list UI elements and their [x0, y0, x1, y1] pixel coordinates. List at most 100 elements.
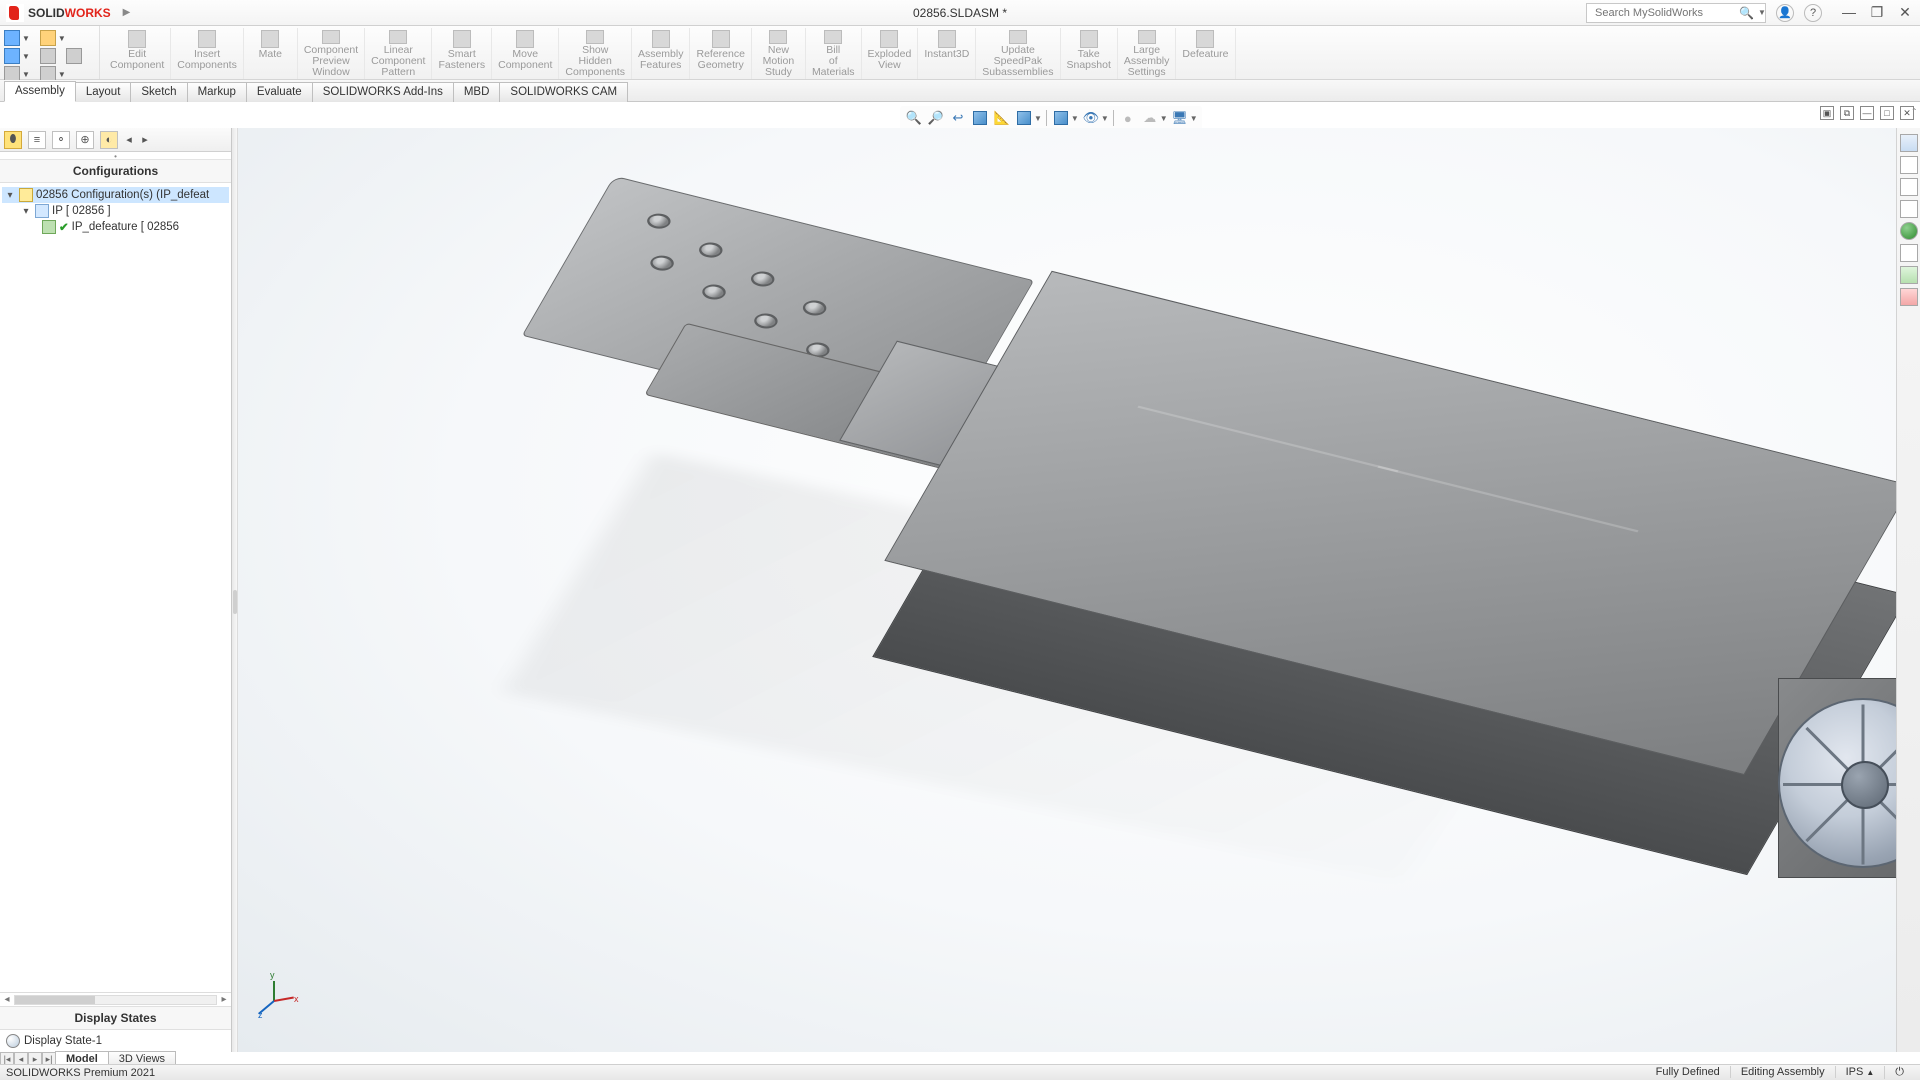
dimxpert-tab[interactable]: ⊕ [76, 131, 94, 149]
orientation-triad[interactable]: y x z [256, 976, 298, 1018]
ribbon-reference-geometry[interactable]: ReferenceGeometry [690, 28, 751, 79]
ribbon-smart-fasteners[interactable]: SmartFasteners [432, 28, 492, 79]
ribbon-bill-of-materials[interactable]: BillofMaterials [806, 28, 862, 79]
ribbon-instant3d[interactable]: Instant3D [918, 28, 976, 79]
view-settings-dropdown-icon[interactable]: ▼ [1190, 114, 1198, 123]
hide-show-button[interactable]: 👁 [1081, 108, 1101, 128]
tree-child[interactable]: ▾ IP [ 02856 ] [2, 203, 229, 219]
minimize-button[interactable]: — [1840, 4, 1858, 21]
orientation-dropdown-icon[interactable]: ▼ [1034, 114, 1042, 123]
new-document-button[interactable]: ▼ [40, 30, 66, 46]
ribbon-edit-component[interactable]: EditComponent [104, 28, 171, 79]
zoom-fit-button[interactable]: 🔍 [904, 108, 924, 128]
undo-button[interactable]: ▼ [4, 48, 30, 64]
configuration-manager-tab[interactable]: ⚬ [52, 131, 70, 149]
ribbon-take-snapshot[interactable]: TakeSnapshot [1061, 28, 1118, 79]
custom-properties-tab[interactable] [1900, 244, 1918, 262]
open-button[interactable] [40, 48, 56, 64]
tree-leaf[interactable]: ✔ IP_defeature [ 02856 [2, 219, 229, 235]
close-button[interactable]: ✕ [1896, 4, 1914, 21]
apply-scene-button[interactable]: ☁ [1140, 108, 1160, 128]
ribbon-defeature[interactable]: Defeature [1176, 28, 1235, 79]
scroll-right-icon[interactable]: ▸ [217, 994, 231, 1005]
scroll-left-icon[interactable]: ◂ [0, 994, 14, 1005]
edit-appearance-button[interactable]: ● [1118, 108, 1138, 128]
ribbon-component-preview-window[interactable]: ComponentPreviewWindow [298, 28, 365, 79]
display-style-button[interactable] [1051, 108, 1071, 128]
feature-manager-tab[interactable]: ⬮ [4, 131, 22, 149]
file-explorer-tab[interactable] [1900, 178, 1918, 196]
ribbon-large-assembly-settings[interactable]: LargeAssemblySettings [1118, 28, 1177, 79]
menu-flyout-icon[interactable]: ▶ [123, 7, 131, 18]
plate-hole [699, 282, 729, 301]
search-icon[interactable]: 🔍 [1739, 6, 1754, 20]
design-library-tab[interactable] [1900, 156, 1918, 174]
ribbon-move-component[interactable]: MoveComponent [492, 28, 559, 79]
ribbon-mate[interactable]: Mate [244, 28, 298, 79]
zoom-area-button[interactable]: 🔎 [926, 108, 946, 128]
forum-tab[interactable] [1900, 288, 1918, 306]
tab-mbd[interactable]: MBD [453, 82, 501, 102]
graphics-viewport[interactable]: y x z [238, 128, 1920, 1052]
cam-tab[interactable] [1900, 266, 1918, 284]
hide-show-dropdown-icon[interactable]: ▼ [1101, 114, 1109, 123]
status-cloud-icon[interactable]: ⏻ [1884, 1066, 1914, 1079]
view-settings-button[interactable]: 🖥 [1170, 108, 1190, 128]
previous-view-button[interactable]: ↩ [948, 108, 968, 128]
vp-dock-button[interactable]: ▣ [1820, 106, 1834, 120]
panel-h-scrollbar[interactable]: ◂ ▸ [0, 992, 231, 1006]
ribbon-linear-component-pattern[interactable]: LinearComponentPattern [365, 28, 432, 79]
expand-icon[interactable]: ▾ [20, 206, 32, 217]
expand-icon[interactable]: ▾ [4, 190, 16, 201]
tab-solidworks-add-ins[interactable]: SOLIDWORKS Add-Ins [312, 82, 454, 102]
appearances-tab[interactable] [1900, 222, 1918, 240]
display-style-dropdown-icon[interactable]: ▼ [1071, 114, 1079, 123]
y-label: y [270, 970, 275, 980]
vp-maximize-button[interactable]: □ [1880, 106, 1894, 120]
panel-grip-icon[interactable]: • [0, 152, 231, 160]
restore-button[interactable]: ❐ [1868, 4, 1886, 21]
tree-root[interactable]: ▾ 02856 Configuration(s) (IP_defeat [2, 187, 229, 203]
ribbon-new-motion-study[interactable]: NewMotionStudy [752, 28, 806, 79]
tab-evaluate[interactable]: Evaluate [246, 82, 313, 102]
attach-button[interactable] [66, 48, 82, 64]
tab-sketch[interactable]: Sketch [130, 82, 187, 102]
tab-assembly[interactable]: Assembly [4, 81, 76, 102]
ribbon-insert-components[interactable]: InsertComponents [171, 28, 244, 79]
scroll-thumb[interactable] [15, 996, 95, 1004]
ribbon-label: Component [110, 60, 164, 71]
ribbon-update-speedpak-subassemblies[interactable]: UpdateSpeedPakSubassemblies [976, 28, 1060, 79]
search-input[interactable] [1595, 7, 1737, 19]
scene-dropdown-icon[interactable]: ▼ [1160, 114, 1168, 123]
view-orientation-button[interactable] [1014, 108, 1034, 128]
ribbon-show-hidden-components[interactable]: ShowHiddenComponents [559, 28, 632, 79]
view-palette-tab[interactable] [1900, 200, 1918, 218]
vp-close-button[interactable]: ✕ [1900, 106, 1914, 120]
property-manager-tab[interactable]: ≡ [28, 131, 46, 149]
ribbon-exploded-view[interactable]: ExplodedView [862, 28, 919, 79]
vp-minimize-button[interactable]: — [1860, 106, 1874, 120]
dynamic-annotation-button[interactable]: 📐 [992, 108, 1012, 128]
status-units[interactable]: IPS ▲ [1835, 1066, 1885, 1078]
search-box[interactable]: 🔍 ▼ [1586, 3, 1766, 23]
section-view-button[interactable] [970, 108, 990, 128]
scroll-track[interactable] [14, 995, 217, 1005]
solidworks-resources-tab[interactable] [1900, 134, 1918, 152]
tab-layout[interactable]: Layout [75, 82, 132, 102]
display-state-item[interactable]: Display State-1 [0, 1030, 231, 1052]
tab-overflow-left-icon[interactable]: ◂ [124, 131, 134, 149]
open-icon [40, 48, 56, 64]
tab-overflow-right-icon[interactable]: ▸ [140, 131, 150, 149]
ribbon-assembly-features[interactable]: AssemblyFeatures [632, 28, 691, 79]
tab-solidworks-cam[interactable]: SOLIDWORKS CAM [499, 82, 628, 102]
user-account-icon[interactable]: 👤 [1776, 4, 1794, 22]
command-icon [938, 30, 956, 48]
search-dropdown-icon[interactable]: ▼ [1758, 8, 1766, 17]
display-manager-tab[interactable]: ◐ [100, 131, 118, 149]
help-icon[interactable]: ? [1804, 4, 1822, 22]
tab-markup[interactable]: Markup [187, 82, 247, 102]
home-button[interactable]: ▼ [4, 30, 30, 46]
vp-tile-button[interactable]: ⧉ [1840, 106, 1854, 120]
x-axis [274, 997, 294, 1002]
plate-hole [800, 298, 830, 317]
